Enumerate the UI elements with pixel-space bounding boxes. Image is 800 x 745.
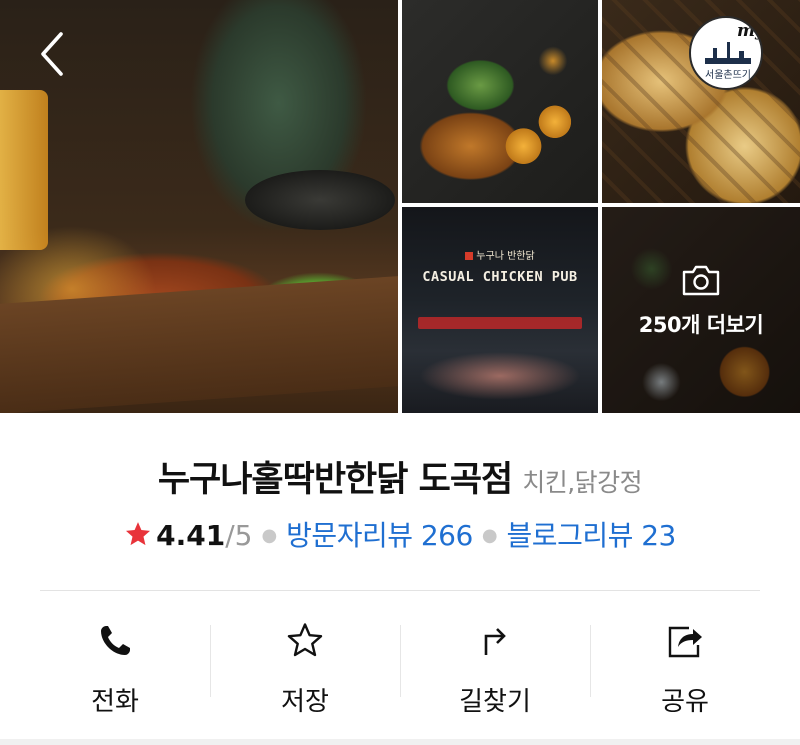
- store-name: 누구나홀딱반한닭 도곡점: [157, 460, 513, 500]
- beer-glass-shape: [0, 90, 48, 250]
- star-icon: [126, 522, 151, 546]
- rating-value: 4.41: [156, 519, 226, 552]
- svg-text:my: my: [737, 21, 763, 41]
- more-photos-label: 250개 더보기: [638, 313, 764, 337]
- place-info-panel: 누구나홀딱반한닭 도곡점 치킨,닭강정 4.41/5 ● 방문자리뷰 266 ● 블로그리…: [0, 413, 800, 745]
- save-button[interactable]: 저장: [210, 609, 400, 729]
- separator-dot: ●: [261, 525, 278, 546]
- watermark-city-icon: my 서울촌뜨기: [705, 21, 763, 81]
- star-outline-icon: [287, 623, 323, 657]
- share-icon: [668, 626, 702, 658]
- pub-banner: [418, 317, 582, 329]
- photo-thumbnail-3[interactable]: 누구나 반한닭 CASUAL CHICKEN PUB: [402, 207, 598, 413]
- directions-icon: [484, 628, 506, 655]
- photo-gallery: 누구나 반한닭 CASUAL CHICKEN PUB 250개 더보기 my 서…: [0, 0, 800, 413]
- directions-button[interactable]: 길찾기: [400, 609, 590, 729]
- blog-watermark: my 서울촌뜨기: [689, 16, 763, 90]
- pub-logo: 누구나 반한닭: [462, 247, 538, 262]
- call-button[interactable]: 전화: [20, 609, 210, 729]
- rating-row: 4.41/5 ● 방문자리뷰 266 ● 블로그리뷰 23: [0, 514, 800, 554]
- share-label: 공유: [661, 687, 709, 717]
- action-bar: 전화 저장 길찾기 공유: [20, 609, 780, 729]
- photo-thumbnail-1[interactable]: [402, 0, 598, 203]
- title-row: 누구나홀딱반한닭 도곡점 치킨,닭강정: [0, 451, 800, 502]
- separator-dot: ●: [481, 525, 498, 546]
- blog-reviews-link[interactable]: 블로그리뷰 23: [507, 519, 677, 552]
- wood-board-shape: [0, 276, 398, 413]
- visitor-reviews-link[interactable]: 방문자리뷰 266: [286, 519, 473, 552]
- phone-icon: [101, 626, 130, 655]
- share-button[interactable]: 공유: [590, 609, 780, 729]
- plate-shape: [245, 170, 395, 230]
- back-arrow-icon[interactable]: [35, 30, 71, 78]
- svg-text:서울촌뜨기: 서울촌뜨기: [705, 69, 751, 81]
- pub-sign-text: CASUAL CHICKEN PUB: [422, 269, 578, 285]
- call-label: 전화: [91, 687, 139, 717]
- save-label: 저장: [281, 687, 329, 717]
- bottom-bar: [0, 739, 800, 745]
- rating-max: /5: [225, 519, 253, 552]
- divider: [40, 590, 760, 591]
- directions-label: 길찾기: [459, 687, 531, 717]
- more-photos-button[interactable]: 250개 더보기: [602, 263, 800, 339]
- store-category: 치킨,닭강정: [522, 468, 643, 497]
- camera-icon: [682, 265, 720, 296]
